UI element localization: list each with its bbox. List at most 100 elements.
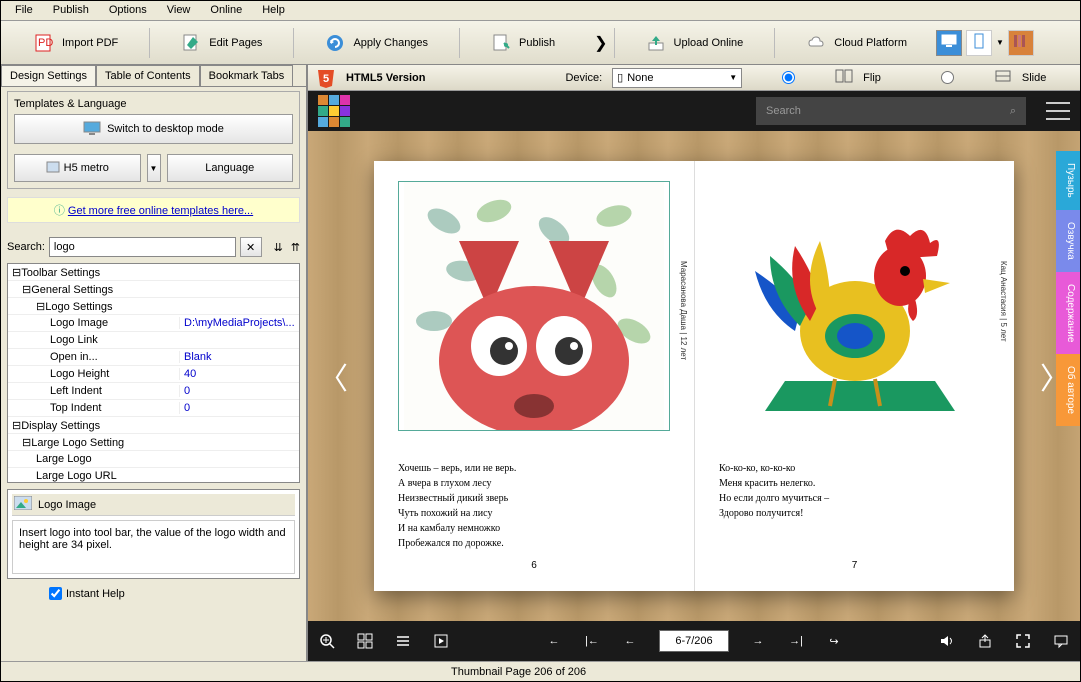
templates-fieldset: Templates & Language Switch to desktop m… <box>7 91 300 189</box>
list-icon[interactable] <box>394 632 412 650</box>
view-mode-desktop[interactable] <box>936 30 962 56</box>
side-tab[interactable]: Содержание <box>1056 272 1080 354</box>
tree-row[interactable]: Logo Height40 <box>8 366 299 383</box>
left-tabs: Design Settings Table of Contents Bookma… <box>1 65 306 87</box>
tab-design-settings[interactable]: Design Settings <box>1 65 96 86</box>
menu-options[interactable]: Options <box>99 1 157 20</box>
upload-online-button[interactable]: Upload Online <box>621 27 769 59</box>
menu-icon[interactable] <box>1046 102 1070 120</box>
upload-icon <box>646 33 666 53</box>
tree-row[interactable]: ⊟Large Logo Setting <box>8 434 299 451</box>
view-mode-dropdown-icon[interactable]: ▼ <box>996 38 1004 47</box>
flip-radio[interactable] <box>782 71 795 84</box>
more-templates-link[interactable]: Get more free online templates here... <box>68 205 253 217</box>
menubar: FilePublishOptionsViewOnlineHelp <box>1 1 1080 21</box>
device-label: Device: <box>565 72 602 84</box>
fullscreen-icon[interactable] <box>1014 632 1032 650</box>
search-input[interactable] <box>49 237 236 257</box>
tree-row[interactable]: ⊟Logo Settings <box>8 298 299 315</box>
slide-radio[interactable] <box>941 71 954 84</box>
right-page-num: 7 <box>719 560 990 571</box>
menu-online[interactable]: Online <box>200 1 252 20</box>
first-icon[interactable]: |← <box>583 632 601 650</box>
slide-icon <box>994 68 1012 87</box>
forward-icon[interactable]: → <box>749 632 767 650</box>
prev-icon[interactable]: ← <box>545 632 563 650</box>
statusbar: Thumbnail Page 206 of 206 <box>1 661 1080 681</box>
tab-table-of-contents[interactable]: Table of Contents <box>96 65 200 86</box>
tab-bookmark-tabs[interactable]: Bookmark Tabs <box>200 65 294 86</box>
search-icon: ⌕ <box>1010 105 1016 118</box>
templates-link-bar: ⓘ Get more free online templates here... <box>7 197 300 223</box>
comment-icon[interactable] <box>1052 632 1070 650</box>
left-page-num: 6 <box>398 560 670 571</box>
back-icon[interactable]: ← <box>621 632 639 650</box>
menu-help[interactable]: Help <box>252 1 295 20</box>
monitor-icon <box>83 121 101 138</box>
tree-row[interactable]: Top Indent0 <box>8 400 299 417</box>
right-caption: Кац Анастасия | 5 лет <box>999 261 1008 342</box>
tree-row[interactable]: Large Logo URL <box>8 468 299 483</box>
viewer-toolbar: ← |← ← → →| ↪ <box>308 621 1080 661</box>
tree-row[interactable]: ⊟General Settings <box>8 281 299 298</box>
side-tab[interactable]: Озвучка <box>1056 210 1080 272</box>
clear-search-button[interactable]: ✕ <box>240 237 262 257</box>
flip-icon <box>835 68 853 87</box>
right-text: Ко-ко-ко, ко-ко-коМеня красить нелегко.Н… <box>719 461 990 521</box>
page-input[interactable] <box>659 630 729 652</box>
theme-icon <box>46 161 60 176</box>
search-label: Search: <box>7 241 45 253</box>
menu-view[interactable]: View <box>157 1 201 20</box>
collapse-tree-icon[interactable]: ⇈ <box>291 241 300 254</box>
left-panel: Design Settings Table of Contents Bookma… <box>1 65 308 661</box>
theme-dropdown-icon[interactable]: ▼ <box>147 154 161 182</box>
sound-icon[interactable] <box>938 632 956 650</box>
thumbnails-icon[interactable] <box>356 632 374 650</box>
side-tab[interactable]: Пузырь <box>1056 151 1080 210</box>
info-icon: ⓘ <box>54 205 65 217</box>
viewer-header: Search⌕ <box>308 91 1080 131</box>
device-select[interactable]: ▯None▼ <box>612 68 742 88</box>
cloud-icon <box>806 33 826 53</box>
preview-panel: 5 HTML5 Version Device: ▯None▼ Flip Slid… <box>308 65 1080 661</box>
rooster-illustration <box>725 181 985 431</box>
tree-row[interactable]: Logo ImageD:\myMediaProjects\... <box>8 315 299 332</box>
next-icon[interactable]: ↪ <box>825 632 843 650</box>
phone-icon: ▯ <box>617 71 623 84</box>
zoom-icon[interactable] <box>318 632 336 650</box>
menu-publish[interactable]: Publish <box>43 1 99 20</box>
language-button[interactable]: Language <box>167 154 294 182</box>
publish-button[interactable]: Publish <box>466 27 580 59</box>
edit-pages-button[interactable]: Edit Pages <box>156 27 287 59</box>
apply-changes-button[interactable]: Apply Changes <box>300 27 453 59</box>
last-icon[interactable]: →| <box>787 632 805 650</box>
settings-tree[interactable]: ⊟Toolbar Settings⊟General Settings⊟Logo … <box>7 263 300 483</box>
bookmark-side-tabs: ПузырьОзвучкаСодержаниеОб авторе <box>1056 151 1080 426</box>
instant-help-checkbox[interactable] <box>49 587 62 600</box>
cloud-platform-button[interactable]: Cloud Platform <box>781 27 932 59</box>
next-arrow-icon[interactable]: ❯ <box>594 33 607 53</box>
left-page: Марасанова Даша | 12 лет Хочешь – верь, … <box>374 161 694 591</box>
expand-tree-icon[interactable]: ⇊ <box>274 241 283 254</box>
side-tab[interactable]: Об авторе <box>1056 354 1080 426</box>
prev-page-arrow[interactable]: 〈 <box>318 351 348 401</box>
import-pdf-button[interactable]: PDFImport PDF <box>9 27 143 59</box>
tree-row[interactable]: Logo Link <box>8 332 299 349</box>
view-mode-mobile[interactable] <box>966 30 992 56</box>
tree-row[interactable]: Left Indent0 <box>8 383 299 400</box>
tree-row[interactable]: ⊟Display Settings <box>8 417 299 434</box>
autoplay-icon[interactable] <box>432 632 450 650</box>
viewer-search-input[interactable]: Search⌕ <box>756 97 1026 125</box>
theme-select-button[interactable]: H5 metro <box>14 154 141 182</box>
tree-row[interactable]: Open in...Blank <box>8 349 299 366</box>
tree-row[interactable]: Large Logo <box>8 451 299 468</box>
menu-file[interactable]: File <box>5 1 43 20</box>
tree-row[interactable]: ⊟Toolbar Settings <box>8 264 299 281</box>
bookshelf-button[interactable] <box>1008 30 1034 56</box>
help-panel: Logo Image Insert logo into tool bar, th… <box>7 489 300 579</box>
fox-illustration <box>404 181 664 431</box>
switch-desktop-button[interactable]: Switch to desktop mode <box>14 114 293 144</box>
svg-text:5: 5 <box>323 73 329 85</box>
share-icon[interactable] <box>976 632 994 650</box>
main-toolbar: PDFImport PDF Edit Pages Apply Changes P… <box>1 21 1080 65</box>
